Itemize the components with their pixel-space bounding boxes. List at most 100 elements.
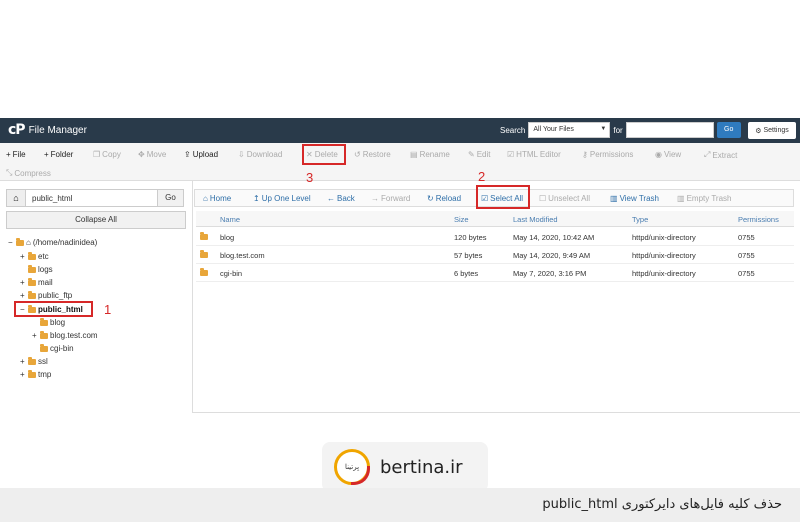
tree-item-etc[interactable]: + etc xyxy=(20,251,49,261)
expand-toggle-icon: + xyxy=(20,252,25,261)
tree-item-logs[interactable]: logs xyxy=(28,264,53,274)
settings-button[interactable]: ⚙ Settings xyxy=(748,122,796,139)
nav-back-button[interactable]: ← Back xyxy=(327,194,355,203)
search-go-button[interactable]: Go xyxy=(716,122,741,138)
edit-button[interactable]: ✎ Edit xyxy=(468,150,491,159)
view-trash-button[interactable]: ▥ View Trash xyxy=(610,194,659,203)
cell-name: blog xyxy=(220,233,235,242)
rename-button[interactable]: ▤ Rename xyxy=(410,150,450,159)
folder-icon xyxy=(16,237,24,246)
file-manager: cP File Manager Search All Your Files ▼ … xyxy=(0,118,800,413)
empty-trash-button[interactable]: ▥ Empty Trash xyxy=(677,194,731,203)
home-icon[interactable]: ⌂ xyxy=(6,189,26,207)
nav-forward-button[interactable]: → Forward xyxy=(371,194,410,203)
cell-name: blog.test.com xyxy=(220,251,265,260)
nav-home-button[interactable]: ⌂ Home xyxy=(203,194,231,203)
table-row[interactable]: blog 120 bytes May 14, 2020, 10:42 AM ht… xyxy=(196,228,794,246)
column-size[interactable]: Size xyxy=(454,215,469,224)
page: cP File Manager Search All Your Files ▼ … xyxy=(0,0,800,530)
right-panel: ⌂ Home ↥ Up One Level ← Back → Forward ↻ Relo… xyxy=(194,169,800,413)
cell-permissions: 0755 xyxy=(738,251,755,260)
view-trash-label: View Trash xyxy=(619,194,659,203)
expand-icon: ⤢ xyxy=(704,150,711,159)
tree-item-ssl[interactable]: + ssl xyxy=(20,356,48,366)
search-area: Search All Your Files ▼ for Go xyxy=(500,122,741,138)
search-scope-select[interactable]: All Your Files ▼ xyxy=(528,122,611,138)
unselect-all-button[interactable]: ☐ Unselect All xyxy=(539,194,590,203)
tree-item-label: logs xyxy=(38,265,53,274)
restore-icon: ↺ xyxy=(354,150,361,159)
permissions-button[interactable]: ⚷ Permissions xyxy=(582,150,633,159)
copy-button[interactable]: ❐ Copy xyxy=(93,150,121,159)
copy-icon: ❐ xyxy=(93,150,101,159)
search-input[interactable] xyxy=(625,122,714,138)
cell-type: httpd/unix-directory xyxy=(632,251,696,260)
plus-icon: + xyxy=(44,150,49,159)
left-panel: ⌂ public_html Go Collapse All − ⌂ (/home/n… xyxy=(0,181,193,413)
view-label: View xyxy=(663,150,682,159)
cell-modified: May 14, 2020, 9:49 AM xyxy=(513,251,591,260)
tree-item-label: (/home/nadinidea) xyxy=(32,238,98,247)
new-folder-button[interactable]: + Folder xyxy=(44,150,73,159)
folder-icon xyxy=(40,317,48,326)
move-button[interactable]: ✥ Move xyxy=(138,150,166,159)
folder-icon xyxy=(28,290,36,299)
permissions-label: Permissions xyxy=(589,150,634,159)
compress-button[interactable]: ⤡ Compress xyxy=(6,168,51,178)
expand-toggle-icon: + xyxy=(20,370,25,379)
tree-item-public-ftp[interactable]: + public_ftp xyxy=(20,290,72,300)
nav-reload-button[interactable]: ↻ Reload xyxy=(427,194,461,203)
home-icon: ⌂ xyxy=(26,238,31,247)
collapse-all-button[interactable]: Collapse All xyxy=(6,211,186,229)
html-editor-label: HTML Editor xyxy=(516,150,561,159)
tree-item-label: blog.test.com xyxy=(50,331,98,340)
nav-reload-label: Reload xyxy=(435,194,462,203)
download-icon: ⇩ xyxy=(238,150,245,159)
column-permissions[interactable]: Permissions xyxy=(738,215,779,224)
view-button[interactable]: ◉ View xyxy=(655,150,681,159)
expand-toggle-icon: + xyxy=(20,357,25,366)
folder-icon xyxy=(40,330,48,339)
new-folder-label: Folder xyxy=(50,150,74,159)
folder-icon xyxy=(28,251,36,260)
table-row[interactable]: cgi-bin 6 bytes May 7, 2020, 3:16 PM htt… xyxy=(196,264,794,282)
download-label: Download xyxy=(246,150,283,159)
nav-up-button[interactable]: ↥ Up One Level xyxy=(253,194,311,203)
tree-item-label: cgi-bin xyxy=(50,344,74,353)
cell-permissions: 0755 xyxy=(738,233,755,242)
upload-label: Upload xyxy=(192,150,219,159)
tree-item-blog[interactable]: blog xyxy=(40,317,65,327)
html-editor-button[interactable]: ☑ HTML Editor xyxy=(507,150,561,159)
folder-icon xyxy=(28,277,36,286)
column-name[interactable]: Name xyxy=(220,215,240,224)
annotation-number-1: 1 xyxy=(104,302,112,317)
restore-button[interactable]: ↺ Restore xyxy=(354,150,391,159)
rename-label: Rename xyxy=(419,150,450,159)
tree-item-label: ssl xyxy=(38,357,48,366)
tree-item-mail[interactable]: + mail xyxy=(20,277,53,287)
brand-card: بِرتینا bertina.ir xyxy=(322,442,488,492)
new-file-button[interactable]: + File xyxy=(6,150,26,159)
tree-item-cgi-bin[interactable]: cgi-bin xyxy=(40,343,74,353)
search-scope-value: All Your Files xyxy=(533,126,574,133)
public-html-highlight-box xyxy=(14,301,93,317)
extract-button[interactable]: ⤢ Extract xyxy=(704,150,737,160)
tree-item-tmp[interactable]: + tmp xyxy=(20,369,51,379)
path-input[interactable]: public_html xyxy=(26,189,158,207)
download-button[interactable]: ⇩ Download xyxy=(238,150,282,159)
expand-toggle-icon: + xyxy=(32,331,37,340)
column-modified[interactable]: Last Modified xyxy=(513,215,558,224)
table-row[interactable]: blog.test.com 57 bytes May 14, 2020, 9:4… xyxy=(196,246,794,264)
expand-toggle-icon: + xyxy=(20,291,25,300)
tree-item-blog-test[interactable]: + blog.test.com xyxy=(32,330,98,340)
toolbar: + File + Folder ❐ Copy ✥ Move ⇪ Upload ⇩ Downl… xyxy=(0,143,800,181)
column-type[interactable]: Type xyxy=(632,215,648,224)
folder-icon xyxy=(200,232,208,240)
nav-up-label: Up One Level xyxy=(261,194,311,203)
upload-button[interactable]: ⇪ Upload xyxy=(184,150,218,159)
path-go-button[interactable]: Go xyxy=(158,189,184,207)
move-icon: ✥ xyxy=(138,150,145,159)
rename-icon: ▤ xyxy=(410,150,418,159)
tree-item-root[interactable]: − ⌂ (/home/nadinidea) xyxy=(8,237,98,247)
restore-label: Restore xyxy=(362,150,391,159)
